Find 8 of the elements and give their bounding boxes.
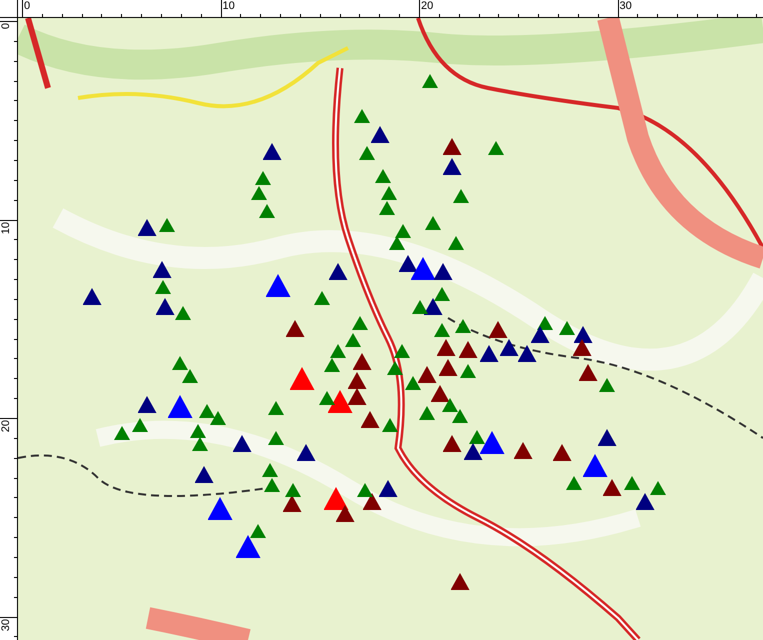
ruler-label: 0: [0, 23, 13, 30]
ruler-label: 0: [24, 0, 30, 13]
ruler-label: 20: [0, 420, 13, 432]
ruler-label: 30: [0, 618, 13, 631]
ruler-label: 20: [421, 0, 434, 13]
ruler-label: 30: [620, 0, 632, 13]
ruler-label: 10: [222, 0, 235, 13]
ruler-label: 10: [0, 222, 13, 234]
